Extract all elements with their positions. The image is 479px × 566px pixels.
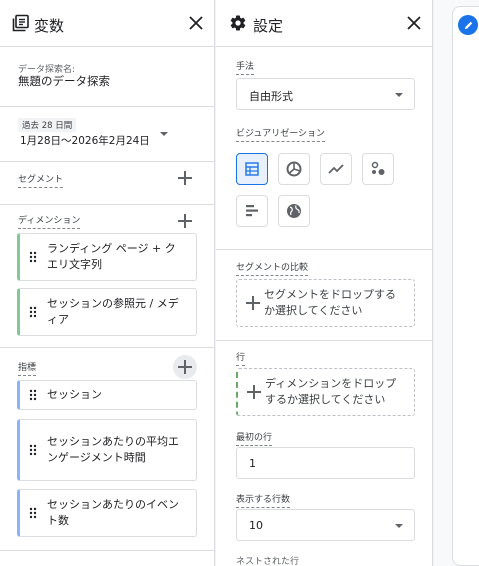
date-range-value: 1月28日～2026年2月24日 bbox=[20, 135, 150, 147]
exploration-name[interactable]: 無題のデータ探索 bbox=[18, 73, 110, 89]
donut-chart-button[interactable] bbox=[278, 153, 310, 185]
metric-label: セッション bbox=[47, 388, 102, 401]
plus-icon bbox=[178, 360, 192, 374]
drag-handle-icon[interactable] bbox=[29, 389, 37, 401]
bar-chart-icon bbox=[246, 205, 258, 217]
bar-chart-button[interactable] bbox=[236, 195, 268, 227]
line-chart-icon bbox=[328, 164, 344, 174]
date-range-selector[interactable]: 過去 28 日間 1月28日～2026年2月24日 bbox=[18, 118, 198, 150]
variables-icon bbox=[12, 14, 29, 32]
divider bbox=[216, 249, 433, 250]
technique-label: 手法 bbox=[236, 59, 255, 75]
add-dimension-icon[interactable] bbox=[178, 214, 192, 228]
settings-title: 設定 bbox=[253, 17, 284, 35]
scatter-chart-icon bbox=[371, 161, 385, 175]
rows-drop-text: ディメンションをドロップするか選択してください bbox=[265, 377, 397, 406]
metric-label: セッションあたりのイベント数 bbox=[47, 498, 179, 527]
divider bbox=[0, 347, 214, 348]
nested-rows-label: ネストされた行 bbox=[236, 557, 300, 566]
drag-handle-icon[interactable] bbox=[29, 444, 37, 456]
date-range-label: 過去 28 日間 bbox=[18, 118, 77, 132]
metric-chip[interactable]: セッションあたりのイベント数 bbox=[17, 489, 197, 537]
metric-chip[interactable]: セッション bbox=[17, 380, 197, 410]
add-metric-button[interactable] bbox=[173, 355, 197, 379]
metric-chip[interactable]: セッションあたりの平均エンゲージメント時間 bbox=[17, 419, 197, 481]
segment-compare-label: セグメントの比較 bbox=[236, 260, 309, 276]
variables-panel: 変数 データ探索名: 無題のデータ探索 過去 28 日間 1月28日～2026年… bbox=[0, 0, 215, 566]
rows-to-show-label: 表示する行数 bbox=[236, 492, 291, 508]
divider bbox=[216, 340, 433, 341]
variables-title: 変数 bbox=[34, 17, 65, 35]
scatter-chart-button[interactable] bbox=[362, 153, 394, 185]
dimensions-label: ディメンション bbox=[18, 213, 81, 229]
metric-label: セッションあたりの平均エンゲージメント時間 bbox=[47, 435, 179, 464]
visualization-label: ビジュアリゼーション bbox=[236, 126, 326, 142]
first-row-label: 最初の行 bbox=[236, 430, 273, 446]
divider bbox=[0, 161, 214, 162]
drag-handle-icon[interactable] bbox=[29, 251, 37, 263]
header-divider bbox=[216, 46, 433, 47]
segment-drop-zone[interactable]: セグメントをドロップするか選択してください bbox=[236, 279, 415, 327]
divider bbox=[0, 204, 214, 205]
line-chart-button[interactable] bbox=[320, 153, 352, 185]
chevron-down-icon bbox=[395, 93, 403, 97]
plus-icon bbox=[246, 296, 260, 310]
dimension-label: ランディング ページ + クエリ文字列 bbox=[47, 242, 176, 271]
segment-drop-text: セグメントをドロップするか選択してください bbox=[264, 288, 396, 317]
pencil-icon bbox=[464, 21, 472, 29]
globe-icon bbox=[287, 204, 301, 218]
close-icon[interactable] bbox=[405, 14, 423, 32]
technique-value: 自由形式 bbox=[249, 90, 293, 103]
rows-to-show-select[interactable]: 10 bbox=[236, 509, 415, 541]
chevron-down-icon bbox=[160, 132, 168, 136]
table-icon bbox=[245, 162, 259, 176]
plus-icon bbox=[247, 385, 261, 399]
donut-chart-icon bbox=[286, 161, 302, 177]
header-divider bbox=[0, 46, 214, 47]
segments-label: セグメント bbox=[18, 172, 64, 188]
divider bbox=[0, 550, 214, 551]
dimension-label: セッションの参照元 / メディア bbox=[47, 297, 179, 326]
canvas-card bbox=[452, 6, 479, 566]
technique-select[interactable]: 自由形式 bbox=[236, 78, 415, 110]
divider bbox=[0, 106, 214, 107]
dimension-chip[interactable]: セッションの参照元 / メディア bbox=[17, 288, 197, 336]
close-icon[interactable] bbox=[187, 14, 205, 32]
chevron-down-icon bbox=[395, 524, 403, 528]
rows-label: 行 bbox=[236, 350, 246, 366]
drag-handle-icon[interactable] bbox=[29, 306, 37, 318]
first-row-value: 1 bbox=[249, 457, 256, 470]
gear-icon bbox=[230, 15, 246, 31]
first-row-input[interactable]: 1 bbox=[236, 447, 415, 479]
dimension-chip[interactable]: ランディング ページ + クエリ文字列 bbox=[17, 233, 197, 281]
add-segment-icon[interactable] bbox=[178, 171, 192, 185]
rows-to-show-value: 10 bbox=[249, 519, 263, 532]
geo-map-button[interactable] bbox=[278, 195, 310, 227]
rows-drop-zone[interactable]: ディメンションをドロップするか選択してください bbox=[236, 368, 415, 416]
metrics-label: 指標 bbox=[18, 360, 37, 376]
tab-canvas-strip bbox=[434, 0, 479, 566]
table-visualization-button[interactable] bbox=[236, 153, 268, 185]
drag-handle-icon[interactable] bbox=[29, 507, 37, 519]
edit-button[interactable] bbox=[458, 15, 478, 35]
